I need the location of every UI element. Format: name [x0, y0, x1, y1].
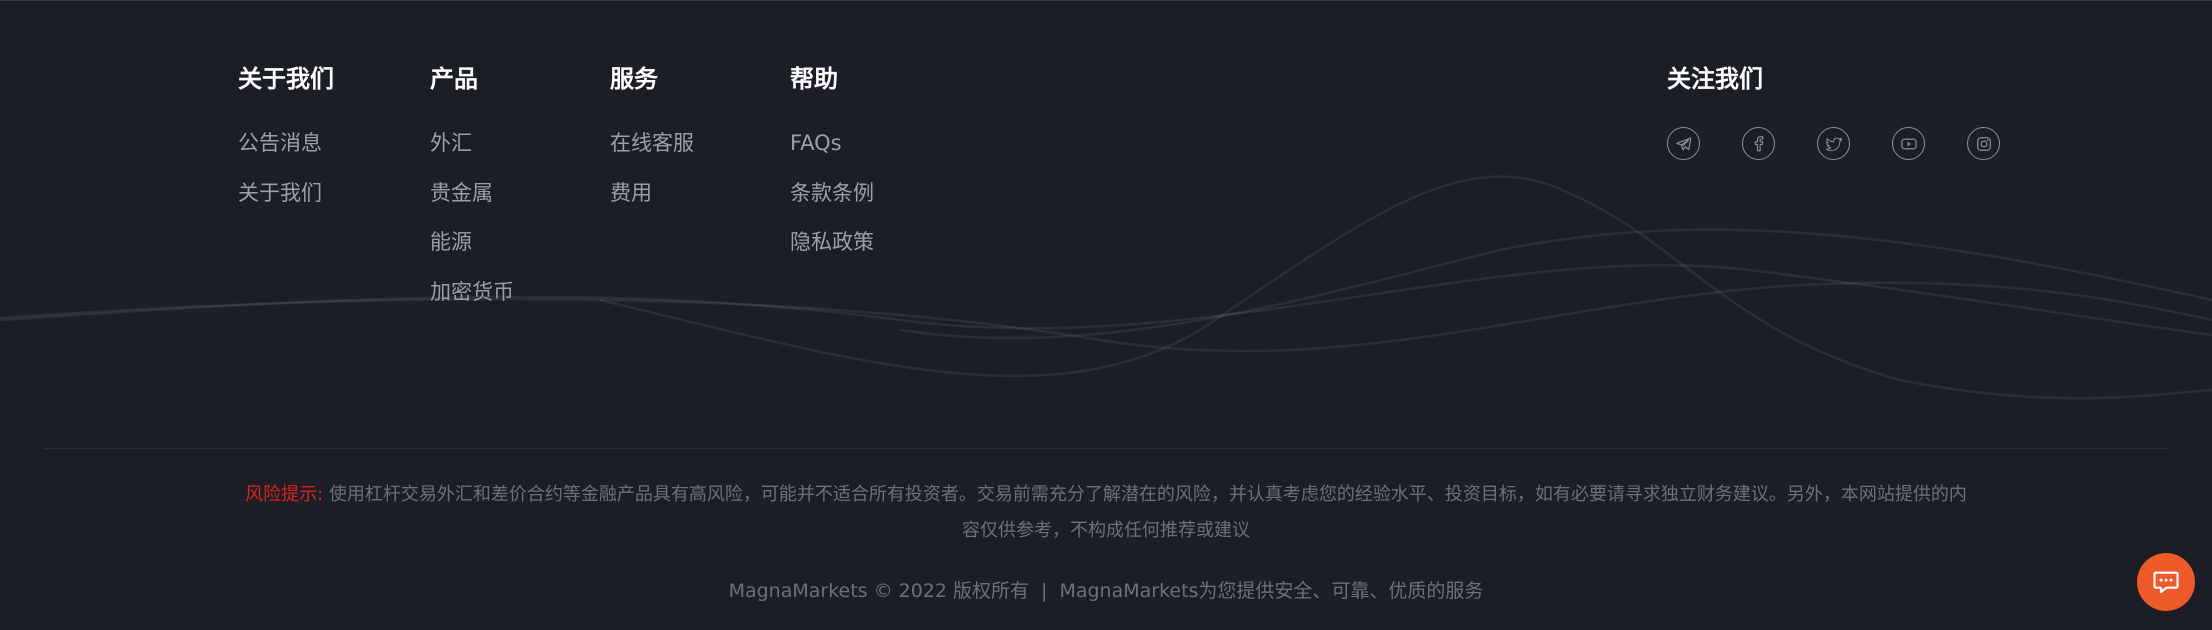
footer-column-services: 服务 在线客服 费用: [610, 62, 694, 225]
link-privacy-policy[interactable]: 隐私政策: [790, 225, 874, 259]
footer-divider: [44, 448, 2168, 449]
link-terms[interactable]: 条款条例: [790, 176, 874, 210]
risk-warning: 风险提示: 使用杠杆交易外汇和差价合约等金融产品具有高风险，可能并不适合所有投资…: [240, 477, 1972, 549]
link-cryptocurrency[interactable]: 加密货币: [430, 275, 514, 309]
follow-us-section: 关注我们: [1667, 62, 2000, 160]
footer-column-about: 关于我们 公告消息 关于我们: [238, 62, 334, 225]
copyright-tagline: MagnaMarkets为您提供安全、可靠、优质的服务: [1059, 580, 1484, 602]
chat-bubble-icon: [2153, 571, 2179, 594]
twitter-icon[interactable]: [1817, 127, 1850, 160]
link-forex[interactable]: 外汇: [430, 126, 514, 160]
facebook-icon[interactable]: [1742, 127, 1775, 160]
instagram-icon[interactable]: [1967, 127, 2000, 160]
footer-top-border: [0, 0, 2212, 1]
youtube-icon[interactable]: [1892, 127, 1925, 160]
link-online-support[interactable]: 在线客服: [610, 126, 694, 160]
column-title-services: 服务: [610, 65, 658, 93]
link-precious-metals[interactable]: 贵金属: [430, 176, 514, 210]
footer-column-products: 产品 外汇 贵金属 能源 加密货币: [430, 62, 514, 324]
copyright-text: MagnaMarkets © 2022 版权所有: [728, 580, 1030, 602]
copyright-separator: |: [1041, 580, 1048, 602]
column-title-about: 关于我们: [238, 65, 334, 93]
column-title-products: 产品: [430, 65, 478, 93]
telegram-icon[interactable]: [1667, 127, 1700, 160]
column-title-help: 帮助: [790, 65, 838, 93]
link-fees[interactable]: 费用: [610, 176, 694, 210]
follow-us-title: 关注我们: [1667, 65, 1763, 93]
link-energy[interactable]: 能源: [430, 225, 514, 259]
copyright-line: MagnaMarkets © 2022 版权所有 | MagnaMarkets为您提…: [0, 573, 2212, 609]
risk-warning-text: 使用杠杆交易外汇和差价合约等金融产品具有高风险，可能并不适合所有投资者。交易前需…: [323, 484, 1967, 541]
risk-warning-label: 风险提示:: [245, 484, 324, 505]
link-about-us[interactable]: 关于我们: [238, 176, 334, 210]
link-faqs[interactable]: FAQs: [790, 126, 874, 160]
chat-button[interactable]: [2137, 553, 2195, 611]
footer-column-help: 帮助 FAQs 条款条例 隐私政策: [790, 62, 874, 275]
link-announcements[interactable]: 公告消息: [238, 126, 334, 160]
